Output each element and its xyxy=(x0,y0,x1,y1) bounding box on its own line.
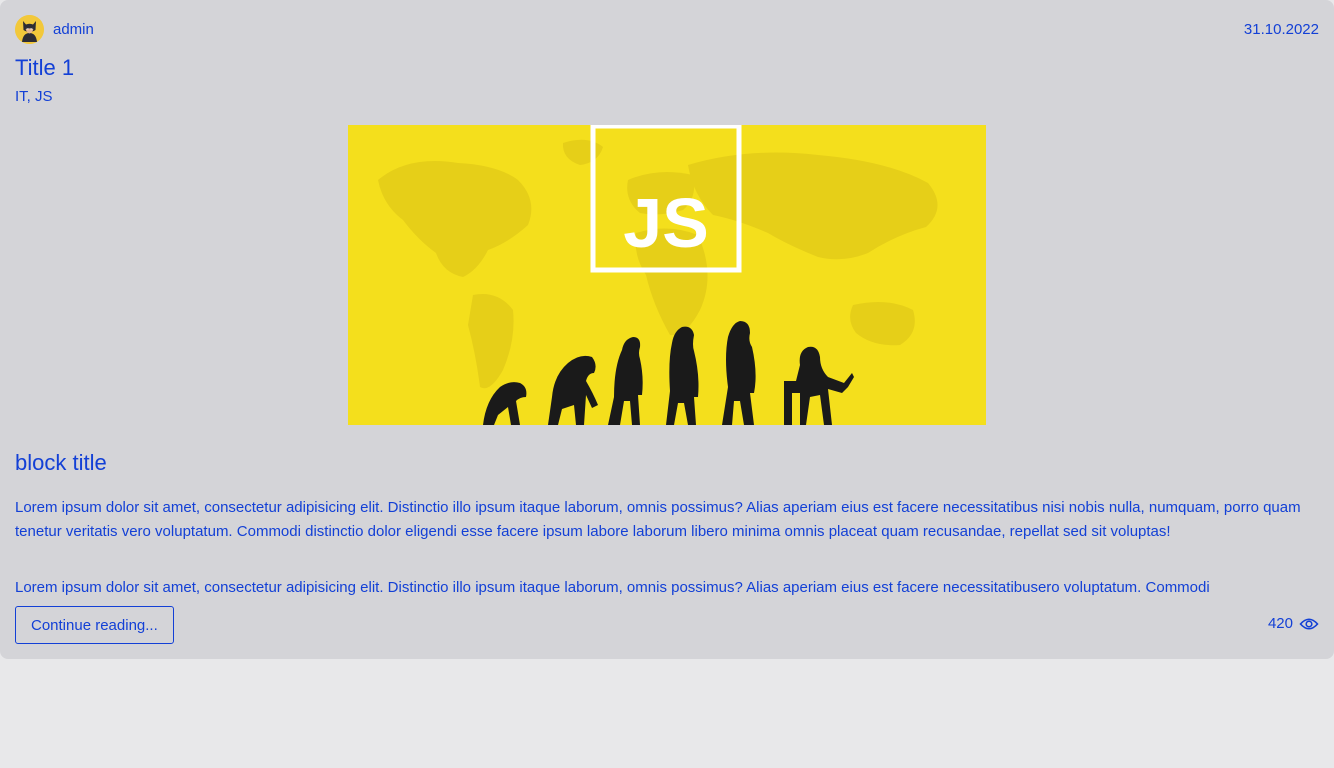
avatar xyxy=(15,15,44,44)
post-image: JS xyxy=(348,125,986,425)
js-logo-text: JS xyxy=(623,184,709,262)
post-paragraph-2: Lorem ipsum dolor sit amet, consectetur … xyxy=(15,579,1210,596)
post-title[interactable]: Title 1 xyxy=(15,55,74,81)
post-date: 31.10.2022 xyxy=(1243,21,1319,38)
post-paragraph-1: Lorem ipsum dolor sit amet, consectetur … xyxy=(15,499,1301,540)
post-card: admin 31.10.2022 Title 1 IT, JS JS block… xyxy=(0,0,1334,659)
post-tags[interactable]: IT, JS xyxy=(15,88,53,105)
continue-reading-button[interactable]: Continue reading... xyxy=(15,606,174,644)
batman-avatar-icon xyxy=(15,15,44,44)
views-counter: 420 xyxy=(1268,615,1319,632)
views-count: 420 xyxy=(1267,615,1293,632)
eye-icon xyxy=(1299,617,1319,630)
author-name[interactable]: admin xyxy=(53,21,94,38)
block-title: block title xyxy=(15,450,107,475)
author-link[interactable]: admin xyxy=(15,15,94,44)
